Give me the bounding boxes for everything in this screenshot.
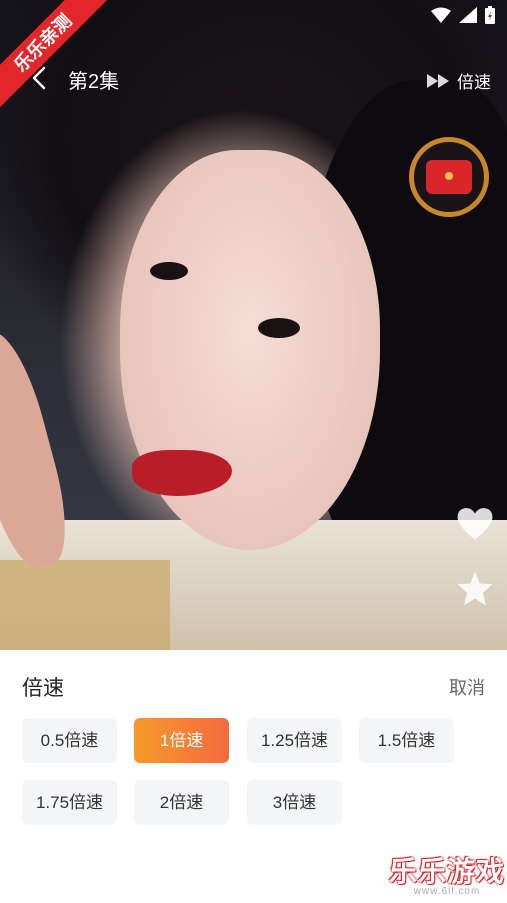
speed-button-label: 倍速 (457, 73, 491, 92)
battery-icon (485, 6, 495, 24)
back-arrow-icon[interactable] (28, 66, 52, 90)
watermark-url: www.6ll.com (413, 886, 481, 897)
speed-option-1.75[interactable]: 1.75倍速 (22, 780, 117, 825)
video-frame-eye (258, 318, 300, 338)
speed-option-3[interactable]: 3倍速 (247, 780, 342, 825)
status-bar (431, 6, 495, 24)
video-frame-embroidery (0, 560, 170, 650)
red-envelope-icon (426, 160, 472, 194)
heart-icon[interactable] (456, 506, 494, 542)
video-frame-eye (150, 262, 188, 280)
speed-option-0.5[interactable]: 0.5倍速 (22, 718, 117, 763)
signal-icon (459, 7, 477, 23)
fast-forward-icon (427, 73, 449, 88)
star-icon[interactable] (456, 570, 494, 608)
red-envelope-button[interactable] (409, 137, 489, 217)
speed-option-1-selected[interactable]: 1倍速 (134, 718, 229, 763)
speed-option-1.5[interactable]: 1.5倍速 (359, 718, 454, 763)
speed-option-1.25[interactable]: 1.25倍速 (247, 718, 342, 763)
speed-panel-title: 倍速 (22, 677, 64, 700)
watermark-brand: 乐乐游戏 (388, 856, 505, 887)
site-watermark: 乐乐游戏 www.6ll.com (389, 850, 505, 897)
cancel-button[interactable]: 取消 (449, 674, 485, 700)
episode-title: 第2集 (68, 71, 120, 93)
video-top-bar: 第2集 倍速 (0, 58, 507, 98)
speed-button[interactable]: 倍速 (427, 68, 491, 93)
wifi-icon (431, 7, 451, 23)
speed-option-2[interactable]: 2倍速 (134, 780, 229, 825)
